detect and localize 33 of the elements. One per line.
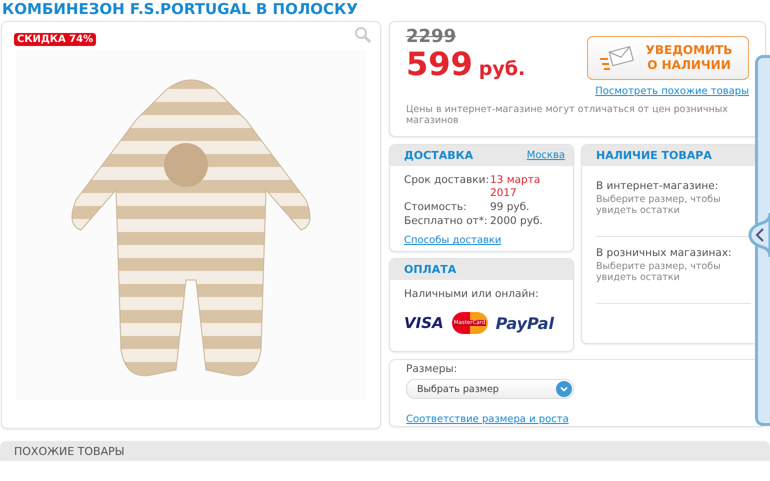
- delivery-label: Срок доставки:: [404, 174, 490, 188]
- paypal-logo: PayPal: [496, 314, 554, 332]
- delivery-value: 13 марта 2017: [490, 174, 542, 200]
- envelope-icon: [598, 45, 634, 71]
- delivery-methods-link[interactable]: Способы доставки: [404, 235, 502, 246]
- old-price: 2299: [406, 28, 458, 46]
- availability-hint: Выберите размер, чтобы увидеть остатки: [596, 261, 722, 283]
- discount-badge: СКИДКА 74%: [14, 33, 96, 46]
- visa-logo: VISA: [404, 314, 444, 332]
- payment-label: Наличными или онлайн:: [404, 288, 540, 300]
- notify-button[interactable]: УВЕДОМИТЬ О НАЛИЧИИ: [587, 36, 749, 80]
- similar-products-link[interactable]: Посмотреть похожие товары: [595, 86, 749, 97]
- city-link[interactable]: Москва: [526, 150, 565, 161]
- availability-heading: НАЛИЧИЕ ТОВАРА: [596, 149, 712, 162]
- size-select[interactable]: Выбрать размер: [406, 379, 574, 399]
- current-price: 599: [406, 46, 473, 82]
- currency: руб.: [478, 58, 526, 80]
- chevron-down-icon: [556, 381, 572, 397]
- price-note: Цены в интернет-магазине могут отличаться от цен розничных магазинов: [406, 104, 729, 126]
- similar-heading: ПОХОЖИЕ ТОВАРЫ: [14, 445, 124, 458]
- availability-title: В интернет-магазине:: [596, 180, 720, 192]
- product-title: КОМБИНЕЗОН F.S.PORTUGAL В ПОЛОСКУ: [2, 0, 359, 18]
- size-chart-link[interactable]: Соответствие размера и роста: [406, 414, 569, 425]
- delivery-label: Бесплатно от*:: [404, 215, 489, 228]
- delivery-heading: ДОСТАВКА: [404, 149, 474, 162]
- availability-title: В розничных магазинах:: [596, 247, 733, 259]
- chevron-left-icon[interactable]: [746, 213, 770, 257]
- delivery-value: 99 руб.: [490, 201, 530, 214]
- sizes-label: Размеры:: [406, 363, 458, 375]
- delivery-label: Стоимость:: [404, 201, 468, 214]
- availability-hint: Выберите размер, чтобы увидеть остатки: [596, 194, 722, 216]
- payment-heading: ОПЛАТА: [404, 263, 456, 276]
- delivery-value: 2000 руб.: [490, 215, 544, 228]
